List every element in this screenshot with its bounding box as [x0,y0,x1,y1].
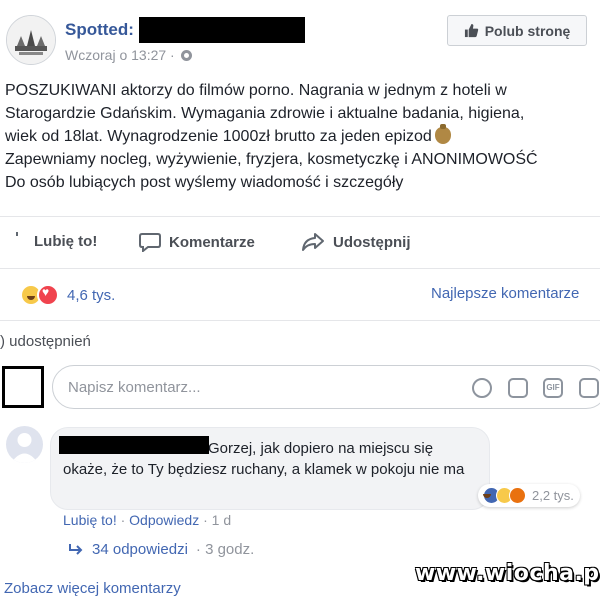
comment-placeholder: Napisz komentarz... [68,379,201,396]
view-replies[interactable]: 34 odpowiedzi · 3 godz. [68,541,254,558]
reply-arrow-icon [69,543,83,555]
comment-bubble-icon [139,233,161,252]
like-action-button[interactable]: Lubię to! [14,232,97,250]
best-comments-dropdown[interactable]: Najlepsze komentarze [431,285,579,302]
post-line: Starogardzie Gdańskim. Wymagania zdrowie… [5,105,525,122]
love-reaction-icon [37,284,59,306]
camera-icon[interactable] [508,378,528,398]
comment-action-button[interactable]: Komentarze [139,232,255,252]
divider [0,320,600,321]
comment-action-label: Komentarze [169,233,255,251]
post-timestamp[interactable]: Wczoraj o 13:27 · [65,47,192,63]
page-avatar[interactable] [6,15,56,65]
post-line-with-emoji: wiek od 18lat. Wynagrodzenie 1000zł brut… [5,124,600,148]
thumbs-up-icon [464,23,478,38]
see-more-comments-link[interactable]: Zobacz więcej komentarzy [4,580,181,597]
like-page-button[interactable]: Polub stronę [447,15,587,46]
replies-link[interactable]: 34 odpowiedzi [92,541,188,558]
money-bag-icon [434,124,451,144]
sticker-icon[interactable] [579,378,599,398]
meta-separator: · [116,512,130,528]
page-name[interactable]: Spotted: [65,20,134,40]
divider [0,268,600,269]
comment-meta: Lubię to! · Odpowiedz · 1 d [63,512,231,528]
like-action-label: Lubię to! [34,232,98,250]
angry-reaction-icon [509,487,526,504]
redaction-bar [59,436,209,454]
comment-age: · 1 d [199,512,232,528]
post-line: wiek od 18lat. Wynagrodzenie 1000zł brut… [5,128,432,145]
like-page-label: Polub stronę [484,22,571,39]
redaction-bar [139,17,305,43]
replies-age: · 3 godz. [195,541,255,558]
reaction-count: 4,6 tys. [67,286,116,304]
comment-text-line: okaże, że to Ty będziesz ruchany, a klam… [63,461,465,478]
post-text: POSZUKIWANI aktorzy do filmów porno. Nag… [5,79,600,194]
post-line: Do osób lubiących post wyślemy wiadomość… [5,174,404,191]
timestamp-text: Wczoraj o 13:27 · [65,47,175,63]
comment-reaction-count: 2,2 tys. [532,488,574,503]
commenter-avatar[interactable] [6,426,43,463]
emoji-icon[interactable] [472,378,492,398]
comment-reactions[interactable]: 2,2 tys. [478,484,580,507]
shares-count[interactable]: ) udostępnień [0,333,91,350]
gif-icon[interactable]: GIF [543,378,563,398]
share-action-button[interactable]: Udostępnij [301,232,411,252]
comment-reply-link[interactable]: Odpowiedz [129,512,199,528]
reactions-summary[interactable]: 4,6 tys. [20,284,115,306]
user-avatar [2,366,44,408]
share-action-label: Udostępnij [333,233,411,251]
divider [0,216,600,217]
share-arrow-icon [302,233,324,251]
post-line: Zapewniamy nocleg, wyżywienie, fryzjera,… [5,151,538,168]
watermark: www.wiocha.pl [415,561,600,586]
thumbs-up-icon [16,232,18,236]
post-line: POSZUKIWANI aktorzy do filmów porno. Nag… [5,82,507,99]
comment-like-link[interactable]: Lubię to! [63,512,117,528]
globe-icon [180,49,192,61]
